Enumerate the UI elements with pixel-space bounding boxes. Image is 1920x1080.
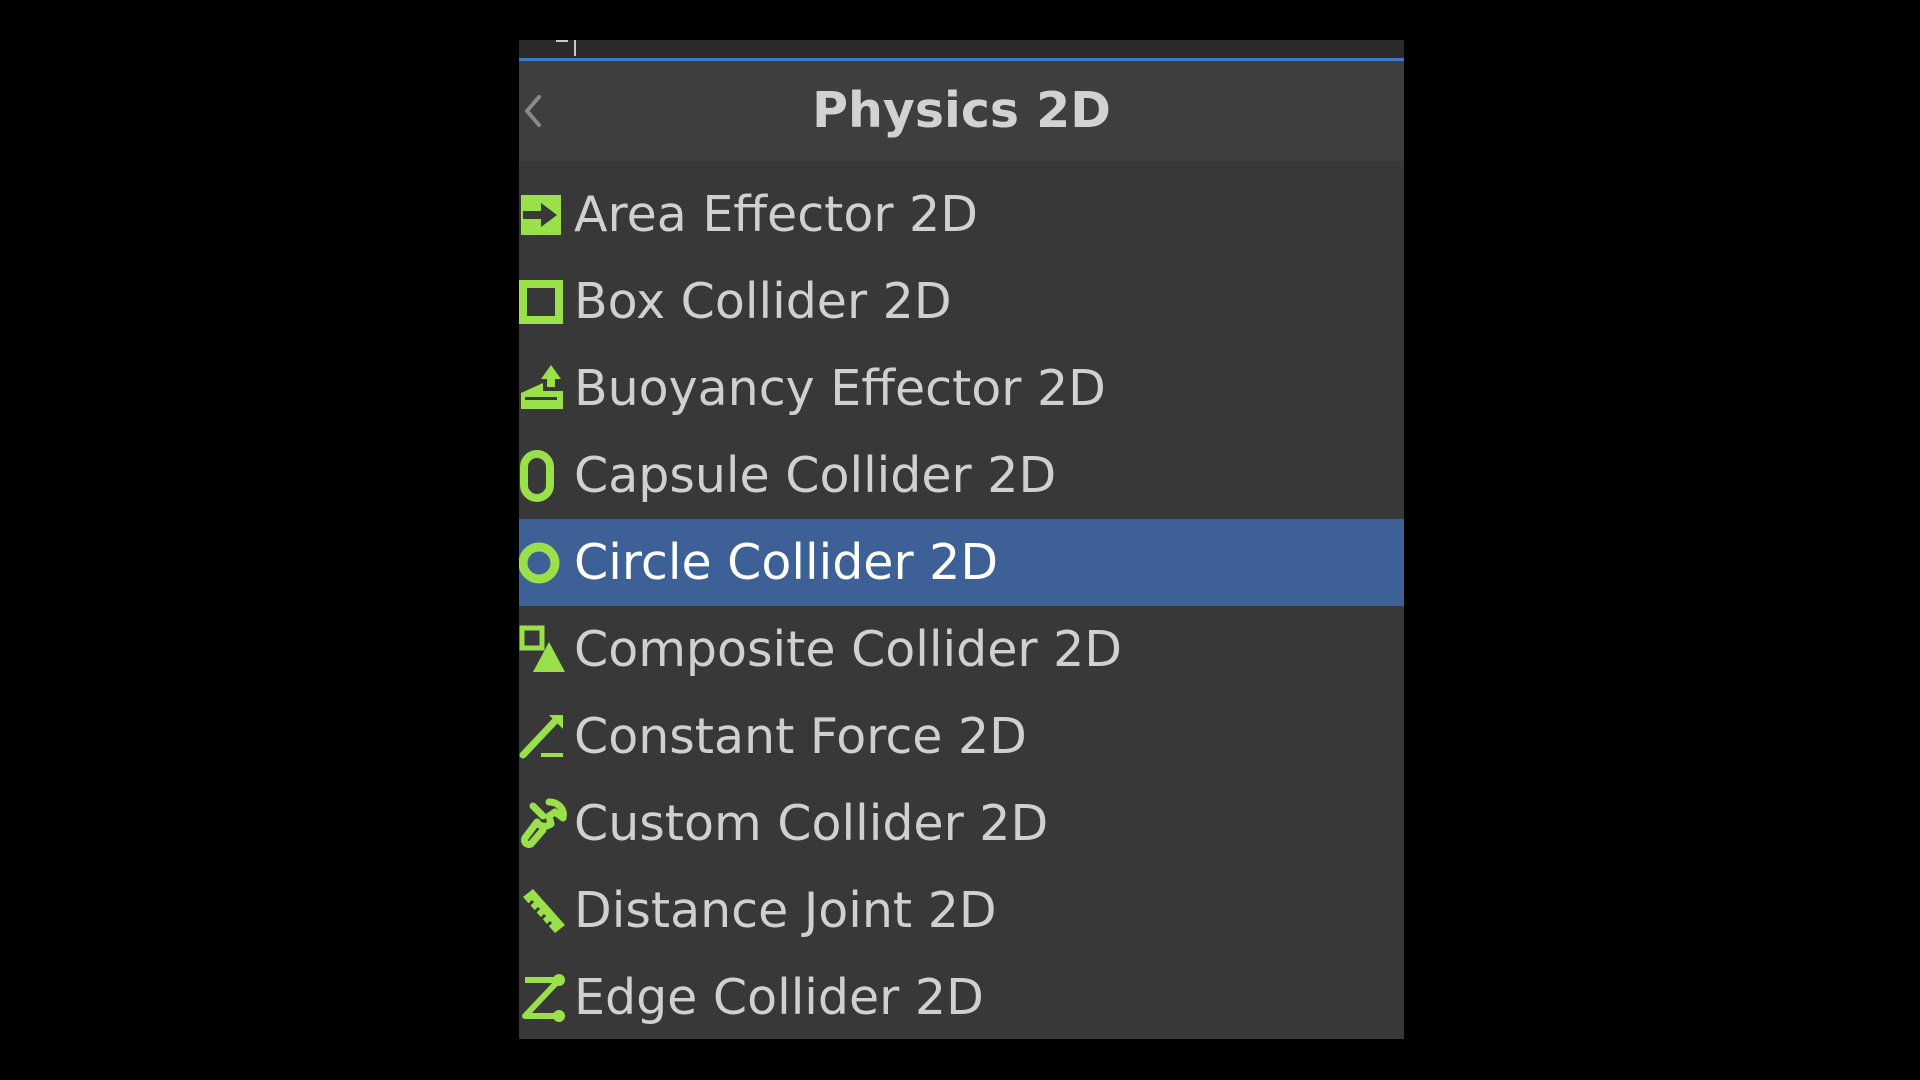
list-item-constant-force-2d[interactable]: Constant Force 2D (519, 693, 1404, 780)
circle-collider-icon (519, 537, 567, 589)
list-item-label: Area Effector 2D (574, 186, 978, 243)
search-caret-tick (556, 40, 568, 42)
area-effector-icon (519, 189, 567, 241)
custom-collider-icon (519, 798, 567, 850)
list-item-circle-collider-2d[interactable]: Circle Collider 2D (519, 519, 1404, 606)
list-item-label: Composite Collider 2D (574, 621, 1122, 678)
box-collider-icon (519, 276, 567, 328)
list-item-area-effector-2d[interactable]: Area Effector 2D (519, 171, 1404, 258)
capsule-collider-icon (519, 450, 567, 502)
component-list: Area Effector 2D Box Collider 2D Buoyanc… (519, 171, 1404, 1039)
list-item-label: Distance Joint 2D (574, 882, 997, 939)
edge-collider-icon (519, 972, 567, 1024)
list-item-label: Custom Collider 2D (574, 795, 1049, 852)
list-item-label: Buoyancy Effector 2D (574, 360, 1106, 417)
composite-collider-icon (519, 624, 567, 676)
constant-force-icon (519, 711, 567, 763)
list-item-label: Edge Collider 2D (574, 969, 984, 1026)
page-title: Physics 2D (812, 82, 1111, 139)
list-item-capsule-collider-2d[interactable]: Capsule Collider 2D (519, 432, 1404, 519)
list-item-distance-joint-2d[interactable]: Distance Joint 2D (519, 867, 1404, 954)
search-input[interactable] (519, 40, 1404, 61)
text-caret (574, 40, 576, 56)
add-component-popup: Physics 2D Area Effector 2D Box Collider… (519, 40, 1404, 1039)
list-item-label: Constant Force 2D (574, 708, 1027, 765)
buoyancy-effector-icon (519, 363, 567, 415)
distance-joint-icon (519, 885, 567, 937)
list-item-composite-collider-2d[interactable]: Composite Collider 2D (519, 606, 1404, 693)
list-item-box-collider-2d[interactable]: Box Collider 2D (519, 258, 1404, 345)
list-item-label: Circle Collider 2D (574, 534, 999, 591)
chevron-left-icon[interactable] (521, 91, 545, 131)
list-item-label: Capsule Collider 2D (574, 447, 1057, 504)
list-item-custom-collider-2d[interactable]: Custom Collider 2D (519, 780, 1404, 867)
list-item-label: Box Collider 2D (574, 273, 952, 330)
list-item-buoyancy-effector-2d[interactable]: Buoyancy Effector 2D (519, 345, 1404, 432)
category-header: Physics 2D (519, 61, 1404, 161)
list-item-edge-collider-2d[interactable]: Edge Collider 2D (519, 954, 1404, 1039)
